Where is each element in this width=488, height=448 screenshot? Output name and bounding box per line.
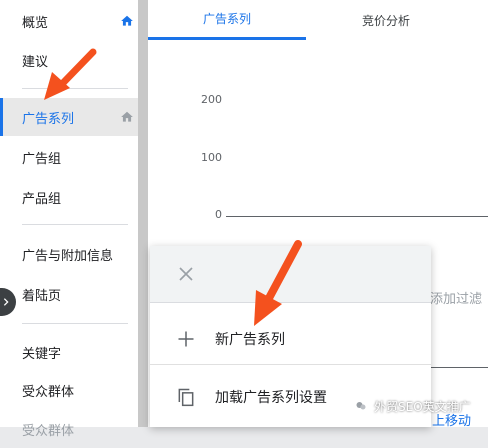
left-nav-sidebar: 概览 建议 广告系列 广告组 产品组 广告与附加信息 着陆页 关键字 受众群体 …	[0, 0, 138, 439]
sidebar-divider	[22, 88, 128, 89]
sidebar-item-product-groups[interactable]: 产品组	[0, 178, 138, 216]
sidebar-item-campaigns[interactable]: 广告系列	[0, 98, 138, 136]
sidebar-item-partial[interactable]: 受众群体	[0, 410, 138, 448]
chart-baseline	[226, 216, 488, 217]
table-divider	[428, 367, 488, 368]
sidebar-item-label: 关键字	[22, 346, 62, 362]
tab-label: 广告系列	[202, 12, 251, 26]
tab-auction-insights[interactable]: 竞价分析	[306, 0, 466, 40]
copy-icon	[178, 388, 194, 407]
popup-header	[150, 246, 431, 303]
close-icon[interactable]	[177, 265, 195, 283]
y-tick-label: 200	[201, 93, 222, 106]
y-tick-label: 100	[201, 151, 222, 164]
chevron-right-icon	[3, 298, 9, 306]
watermark-text: 外贸SEO英文推广	[374, 399, 471, 414]
home-icon	[121, 15, 133, 26]
wechat-logo-icon	[352, 397, 370, 415]
new-campaign-menu-item[interactable]: 新广告系列	[150, 314, 431, 364]
sidebar-item-label: 广告与附加信息	[22, 248, 114, 264]
y-tick-label: 0	[215, 208, 222, 221]
tab-label: 竞价分析	[361, 13, 410, 28]
menu-item-label: 新广告系列	[215, 332, 285, 348]
sidebar-item-audiences[interactable]: 受众群体	[0, 371, 138, 409]
sidebar-item-ad-groups[interactable]: 广告组	[0, 138, 138, 176]
sidebar-item-landing-pages[interactable]: 着陆页	[0, 275, 138, 313]
sidebar-item-label: 概览	[22, 15, 49, 31]
performance-chart: 200 100 0	[148, 40, 488, 250]
sidebar-divider	[22, 323, 128, 324]
sidebar-divider	[22, 224, 128, 225]
sidebar-item-label: 广告系列	[22, 111, 75, 127]
sidebar-item-label: 受众群体	[22, 384, 75, 400]
sidebar-item-keywords[interactable]: 关键字	[0, 333, 138, 371]
sidebar-item-label: 受众群体	[22, 423, 75, 439]
add-filter-link[interactable]: 添加过滤	[430, 288, 482, 307]
tab-campaigns[interactable]: 广告系列	[148, 0, 306, 40]
popup-divider	[150, 364, 431, 365]
sidebar-item-label: 产品组	[22, 191, 62, 207]
sidebar-scrollbar[interactable]	[138, 0, 148, 427]
watermark: 外贸SEO英文推广	[352, 397, 471, 415]
sidebar-item-label: 广告组	[22, 151, 62, 167]
sidebar-item-overview[interactable]: 概览	[0, 2, 138, 40]
plus-icon	[178, 331, 194, 347]
sidebar-item-label: 着陆页	[22, 288, 62, 304]
sidebar-item-ads-extensions[interactable]: 广告与附加信息	[0, 235, 138, 273]
tab-bar: 广告系列 竞价分析	[148, 0, 488, 41]
sidebar-item-recommendations[interactable]: 建议	[0, 41, 138, 79]
sidebar-item-label: 建议	[22, 54, 49, 70]
home-icon	[121, 111, 133, 122]
menu-item-label: 加载广告系列设置	[215, 390, 327, 406]
